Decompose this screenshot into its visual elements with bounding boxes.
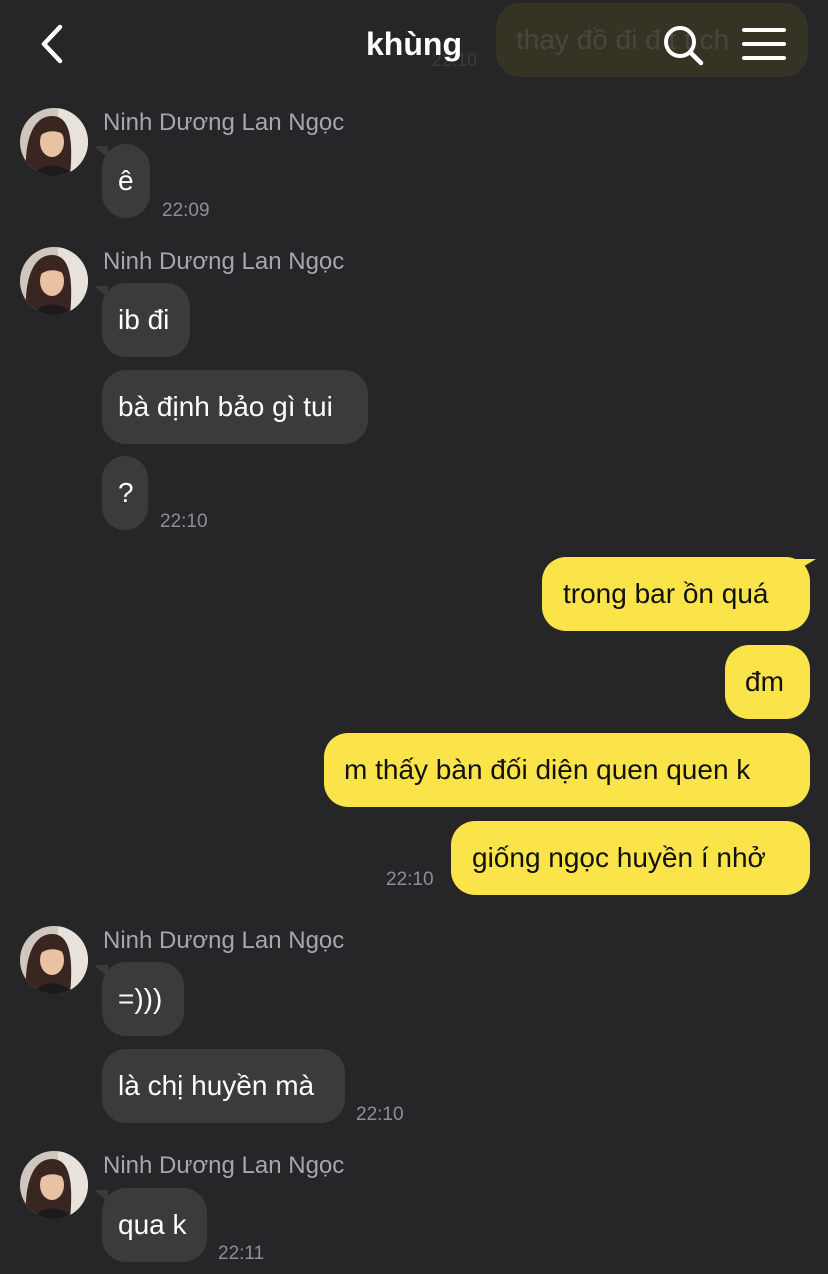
outgoing-message[interactable]: đm bbox=[725, 645, 810, 719]
incoming-message[interactable]: qua k bbox=[102, 1188, 207, 1262]
sender-name: Ninh Dương Lan Ngọc bbox=[103, 927, 345, 954]
avatar-photo bbox=[20, 108, 88, 176]
bubble-tail bbox=[796, 559, 816, 571]
search-icon bbox=[664, 26, 704, 66]
message-timestamp: 22:10 bbox=[356, 1104, 404, 1125]
message-timestamp: 22:11 bbox=[218, 1243, 265, 1264]
incoming-message[interactable]: bà định bảo gì tui bbox=[102, 370, 368, 444]
sender-name: Ninh Dương Lan Ngọc bbox=[103, 109, 345, 136]
sender-name: Ninh Dương Lan Ngọc bbox=[103, 248, 345, 275]
incoming-message[interactable]: là chị huyền mà bbox=[102, 1049, 345, 1123]
avatar-photo bbox=[20, 247, 88, 315]
message-timestamp: 22:10 bbox=[386, 869, 434, 890]
sender-avatar[interactable] bbox=[20, 108, 88, 176]
outgoing-message[interactable]: giống ngọc huyền í nhở bbox=[451, 821, 810, 895]
incoming-message[interactable]: =))) bbox=[102, 962, 184, 1036]
avatar-photo bbox=[20, 1151, 88, 1219]
search-button[interactable] bbox=[660, 22, 706, 68]
message-timestamp: 22:10 bbox=[160, 511, 208, 532]
chat-screen: thay đồ đi đ t t ch 22:10 khùng Ninh Dươ… bbox=[0, 0, 828, 1274]
chat-header: khùng bbox=[0, 0, 828, 88]
sender-avatar[interactable] bbox=[20, 1151, 88, 1219]
sender-avatar[interactable] bbox=[20, 926, 88, 994]
hamburger-menu-icon bbox=[742, 28, 786, 60]
incoming-message[interactable]: ê bbox=[102, 144, 150, 218]
incoming-message[interactable]: ib đi bbox=[102, 283, 190, 357]
outgoing-message[interactable]: trong bar ồn quá bbox=[542, 557, 810, 631]
avatar-photo bbox=[20, 926, 88, 994]
sender-avatar[interactable] bbox=[20, 247, 88, 315]
menu-button[interactable] bbox=[740, 24, 788, 64]
message-timestamp: 22:09 bbox=[162, 200, 210, 221]
sender-name: Ninh Dương Lan Ngọc bbox=[103, 1152, 345, 1179]
incoming-message[interactable]: ? bbox=[102, 456, 148, 530]
outgoing-message[interactable]: m thấy bàn đối diện quen quen k bbox=[324, 733, 810, 807]
